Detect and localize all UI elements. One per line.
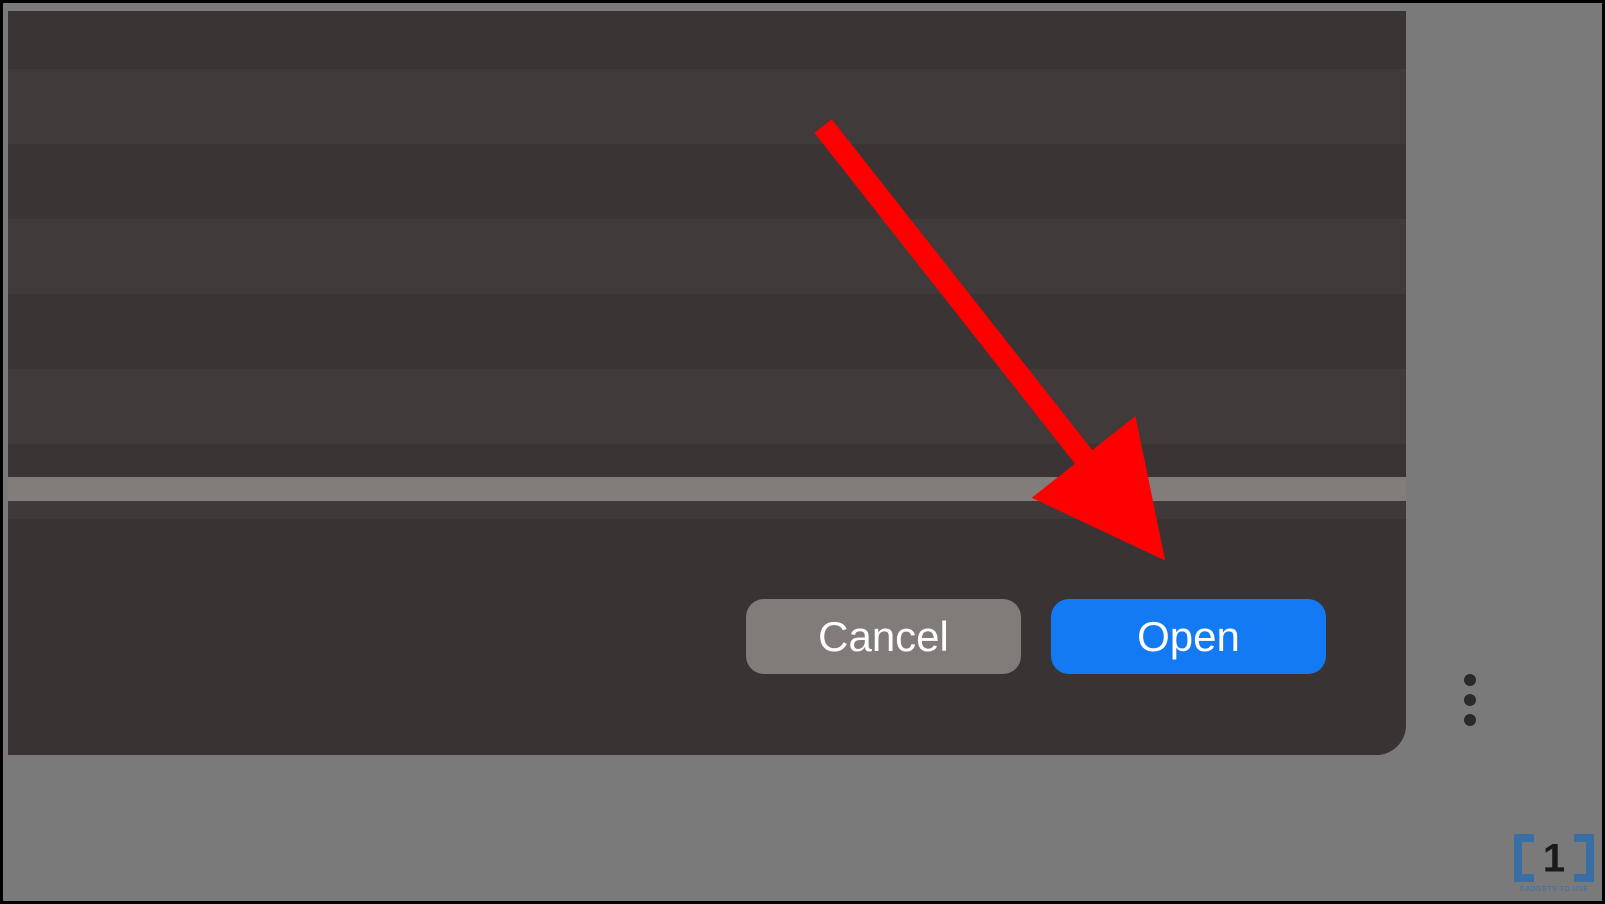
more-options-icon[interactable] [1464,674,1476,726]
watermark-text: GADGETS TO USE [1520,886,1589,893]
file-dialog-window: Cancel Open [8,11,1406,755]
watermark-logo: 1 GADGETS TO USE [1514,834,1594,893]
file-row[interactable] [8,369,1406,444]
cancel-button[interactable]: Cancel [746,599,1021,674]
file-row[interactable] [8,144,1406,219]
file-row[interactable] [8,219,1406,294]
dialog-buttons: Cancel Open [746,599,1326,674]
open-button[interactable]: Open [1051,599,1326,674]
file-row[interactable] [8,294,1406,369]
file-list [8,11,1406,519]
list-divider-shadow [8,501,1406,519]
file-row[interactable] [8,11,1406,69]
watermark-number: 1 [1543,837,1565,882]
list-divider [8,477,1406,501]
file-row[interactable] [8,69,1406,144]
